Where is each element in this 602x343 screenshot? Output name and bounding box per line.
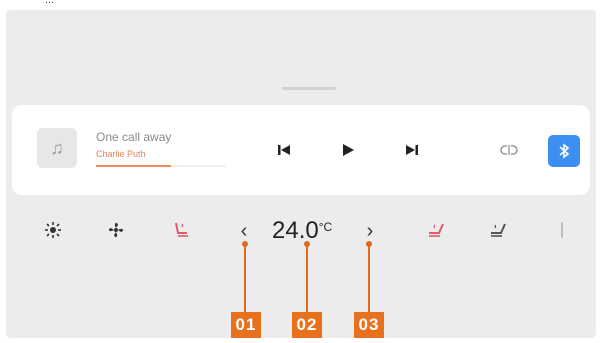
seat-vent-icon	[491, 223, 506, 237]
playback-progress[interactable]	[96, 165, 226, 167]
climate-control-row: ‹ 24.0°C ›	[0, 205, 602, 255]
fan-button[interactable]	[103, 217, 129, 243]
previous-icon	[278, 145, 290, 155]
album-art-music-icon: ♫	[37, 128, 77, 168]
callout-03-line	[368, 246, 370, 312]
playback-progress-fill	[96, 165, 172, 167]
front-defrost-button[interactable]	[40, 217, 66, 243]
song-title: One call away	[96, 130, 172, 144]
temperature-unit: °C	[318, 220, 333, 234]
fan-icon	[108, 222, 124, 238]
top-caption: ...	[0, 0, 602, 3]
callout-01-line	[244, 246, 246, 312]
bluetooth-source-button[interactable]	[548, 135, 580, 167]
callout-label-01: 01	[231, 312, 261, 338]
play-button[interactable]	[336, 138, 360, 162]
callout-label-03: 03	[354, 312, 384, 338]
bluetooth-icon	[559, 143, 570, 159]
connection-toggle-button[interactable]	[497, 138, 521, 162]
seat-heat-icon	[429, 223, 444, 237]
temperature-decrease-button[interactable]: ‹	[236, 219, 252, 243]
passenger-seat-heat-button[interactable]	[423, 217, 449, 243]
song-artist: Charlie Puth	[96, 149, 146, 159]
callout-label-02: 02	[292, 312, 322, 338]
seat-heat-icon	[175, 222, 188, 237]
link-icon	[500, 145, 518, 155]
seat-ventilation-button[interactable]	[485, 217, 511, 243]
sun-icon	[45, 222, 61, 238]
temperature-display: 24.0°C	[272, 217, 332, 245]
temperature-increase-button[interactable]: ›	[362, 219, 378, 243]
next-track-button[interactable]	[400, 138, 424, 162]
panel-drag-handle[interactable]	[282, 87, 336, 90]
previous-track-button[interactable]	[272, 138, 296, 162]
callout-02-line	[306, 246, 308, 312]
play-icon	[343, 144, 354, 156]
more-divider-handle[interactable]	[549, 217, 575, 243]
next-icon	[406, 145, 418, 155]
media-player-card: ♫ One call away Charlie Puth	[12, 105, 590, 195]
temperature-value: 24.0	[272, 217, 319, 244]
driver-seat-heat-button[interactable]	[168, 217, 194, 243]
